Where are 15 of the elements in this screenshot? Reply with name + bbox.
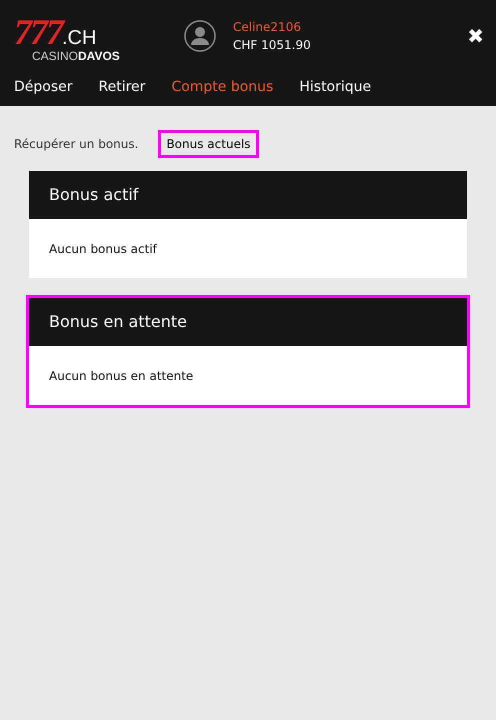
nav-tab[interactable]: Retirer [98,76,146,98]
close-button[interactable]: ✖ [467,21,484,51]
panel-title: Bonus actif [49,184,138,206]
user-avatar-icon[interactable] [184,20,216,52]
panel-message: Aucun bonus actif [49,240,157,258]
panel-title: Bonus en attente [49,311,187,333]
panel-message: Aucun bonus en attente [49,368,194,384]
bonus-tab[interactable]: Récupérer un bonus. [14,133,138,155]
nav-tab[interactable]: Déposer [14,76,73,98]
username: Celine2106 [233,19,302,36]
bonus-tab[interactable]: Bonus actuels [158,130,259,158]
nav-tab[interactable]: Compte bonus [171,76,274,98]
balance: CHF 1051.90 [233,37,311,54]
nav-tab[interactable]: Historique [299,76,372,98]
casino-logo: 777.CH CASINODAVOS [14,14,121,62]
